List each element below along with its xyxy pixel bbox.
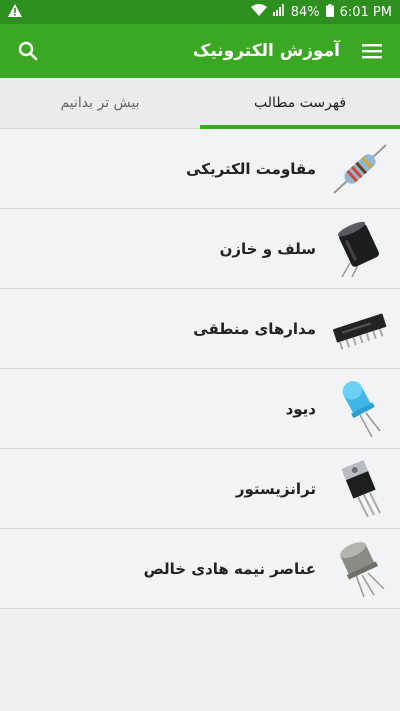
capacitor-icon (330, 219, 390, 279)
transistor-icon (330, 459, 390, 519)
signal-icon (272, 4, 285, 20)
tab-contents[interactable]: فهرست مطالب (200, 78, 400, 129)
search-icon (18, 41, 38, 61)
list-item-label: دیود (285, 399, 316, 418)
list-item[interactable]: مقاومت الکتریکی (0, 129, 400, 209)
page-title: آموزش الکترونیک (192, 41, 340, 61)
ic-chip-icon (330, 299, 390, 359)
led-icon (330, 379, 390, 439)
menu-button[interactable] (358, 37, 386, 65)
list-item[interactable]: ترانزیستور (0, 449, 400, 529)
list-item-label: ترانزیستور (235, 479, 316, 498)
app-toolbar: آموزش الکترونیک (0, 24, 400, 78)
metal-transistor-icon (330, 539, 390, 599)
warning-icon (8, 3, 22, 21)
topics-list: مقاومت الکتریکی سلف و خازن مدارهای منطقی… (0, 129, 400, 609)
wifi-icon (250, 4, 267, 20)
battery-percent: 84% (290, 4, 320, 20)
list-item-label: عناصر نیمه هادی خالص (143, 559, 316, 578)
clock: 6:01 PM (339, 4, 392, 20)
list-item[interactable]: سلف و خازن (0, 209, 400, 289)
status-bar: 84% 6:01 PM (0, 0, 400, 24)
list-item[interactable]: مدارهای منطقی (0, 289, 400, 369)
resistor-icon (330, 139, 390, 199)
search-button[interactable] (14, 37, 42, 65)
list-item[interactable]: دیود (0, 369, 400, 449)
tab-bar: بیش تر بدانیم فهرست مطالب (0, 78, 400, 129)
tab-learn-more[interactable]: بیش تر بدانیم (0, 78, 200, 128)
list-item-label: مقاومت الکتریکی (186, 159, 316, 178)
list-item[interactable]: عناصر نیمه هادی خالص (0, 529, 400, 609)
menu-icon (362, 44, 382, 59)
list-item-label: مدارهای منطقی (193, 319, 316, 338)
battery-icon (325, 3, 334, 21)
list-item-label: سلف و خازن (219, 239, 316, 258)
